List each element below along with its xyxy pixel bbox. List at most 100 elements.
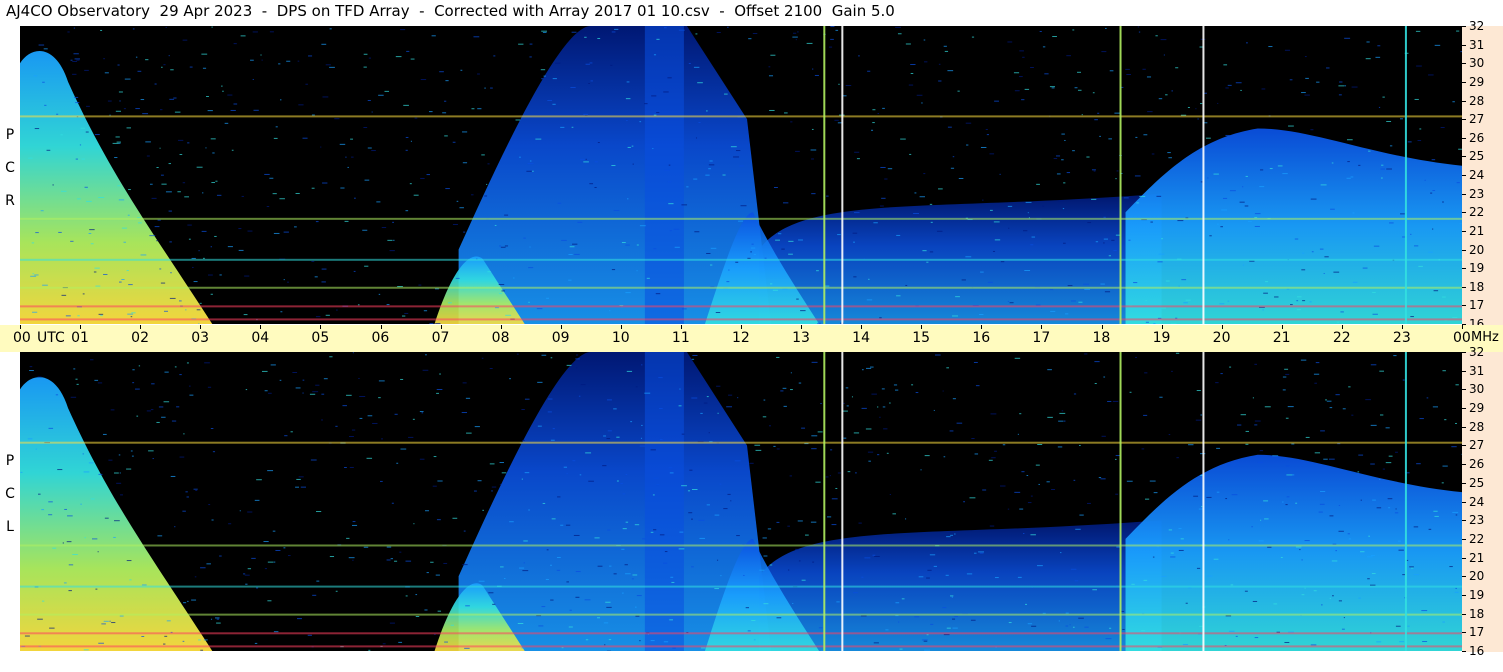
freq-tick-label: 30 (1469, 382, 1485, 397)
time-tick (500, 325, 502, 329)
freq-tick-label: 26 (1469, 457, 1485, 472)
time-tick (440, 325, 442, 329)
freq-tick-label: 25 (1469, 149, 1485, 164)
time-tick (320, 325, 322, 329)
pol-letter: R (5, 193, 15, 209)
time-tick (1281, 325, 1283, 329)
time-tick (1401, 325, 1403, 329)
freq-tick (1462, 520, 1466, 522)
time-tick-label: 10 (611, 330, 630, 346)
freq-tick (1462, 63, 1466, 65)
time-tick-label: 11 (671, 330, 690, 346)
freq-tick-label: 32 (1469, 19, 1485, 33)
time-tick (981, 325, 983, 329)
time-tick (921, 325, 923, 329)
time-tick-label: 15 (912, 330, 931, 346)
time-tick (680, 325, 682, 329)
time-tick (1341, 325, 1343, 329)
freq-tick-label: 26 (1469, 130, 1485, 145)
interference-line (841, 352, 844, 651)
freq-tick (1462, 352, 1466, 353)
freq-tick-label: 23 (1469, 186, 1485, 201)
time-tick-label: 07 (431, 330, 450, 346)
freq-tick-label: 21 (1469, 550, 1485, 565)
interference-line (1202, 26, 1205, 324)
freq-tick-label: 20 (1469, 242, 1485, 257)
freq-tick (1462, 119, 1466, 121)
freq-tick-label: 17 (1469, 298, 1485, 313)
freq-tick-label: 20 (1469, 569, 1485, 584)
freq-tick (1462, 193, 1466, 195)
freq-tick (1462, 370, 1466, 372)
time-tick (1101, 325, 1103, 329)
time-tick (20, 325, 21, 329)
freq-tick-label: 30 (1469, 56, 1485, 71)
time-tick-label: 03 (191, 330, 210, 346)
freq-tick (1462, 594, 1466, 596)
time-tick (200, 325, 202, 329)
freq-tick (1462, 26, 1466, 27)
time-tick (260, 325, 262, 329)
interference-line (1119, 26, 1122, 324)
freq-tick-label: 27 (1469, 112, 1485, 127)
time-tick (1041, 325, 1043, 329)
freq-tick (1462, 100, 1466, 102)
interference-band (20, 115, 1462, 118)
interference-band (20, 305, 1462, 308)
interference-band (20, 258, 1462, 261)
freq-tick-label: 18 (1469, 279, 1485, 294)
time-tick-label: 23 (1392, 330, 1411, 346)
freq-tick (1462, 230, 1466, 232)
bright-column (644, 352, 684, 651)
time-tick-label: 00 (1453, 330, 1471, 346)
interference-line (1404, 26, 1407, 324)
time-tick (560, 325, 562, 329)
interference-band (20, 217, 1462, 220)
interference-line (823, 352, 826, 651)
freq-tick (1462, 137, 1466, 139)
pol-letter: C (5, 486, 15, 502)
freq-tick-label: 22 (1469, 531, 1485, 546)
time-tick (1462, 325, 1463, 329)
time-tick (1221, 325, 1223, 329)
freq-tick (1462, 249, 1466, 251)
freq-tick-label: 23 (1469, 513, 1485, 528)
time-axis: 00 01 02 03 04 05 06 07 08 09 10 11 12 13 14 15 16 17 18 19… (0, 325, 1503, 352)
lcp-label: P C L (2, 445, 18, 544)
freq-tick (1462, 81, 1466, 83)
rcp-label: P C R (2, 119, 18, 218)
spectrogram-svg (20, 26, 1462, 324)
time-tick-label: 20 (1212, 330, 1231, 346)
freq-tick-label: 29 (1469, 74, 1485, 89)
time-tick-label: 16 (972, 330, 991, 346)
time-tick (741, 325, 742, 329)
freq-tick (1462, 464, 1466, 466)
freq-tick (1462, 389, 1466, 391)
time-tick (1161, 325, 1163, 329)
freq-tick (1462, 44, 1466, 46)
interference-line (1202, 352, 1205, 651)
interference-band (20, 318, 1462, 321)
time-tick-label: 21 (1272, 330, 1291, 346)
interference-line (841, 26, 844, 324)
freq-tick (1462, 557, 1466, 559)
freq-tick (1462, 576, 1466, 578)
freq-tick-label: 18 (1469, 606, 1485, 621)
freq-tick (1462, 426, 1466, 428)
interference-band (20, 544, 1462, 547)
interference-line (1119, 352, 1122, 651)
time-tick (620, 325, 622, 329)
freq-tick (1462, 175, 1466, 176)
freq-tick (1462, 268, 1466, 270)
pol-letter: P (5, 127, 15, 143)
freq-tick-label: 19 (1469, 261, 1485, 276)
freq-tick-label: 19 (1469, 587, 1485, 602)
time-tick-label: 17 (1032, 330, 1051, 346)
freq-tick-label: 27 (1469, 438, 1485, 453)
freq-tick (1462, 156, 1466, 158)
time-tick (80, 325, 82, 329)
interference-line (1404, 352, 1407, 651)
freq-tick-label: 31 (1469, 37, 1485, 52)
freq-tick (1462, 408, 1466, 410)
mhz-unit-label: MHz (1471, 330, 1499, 345)
